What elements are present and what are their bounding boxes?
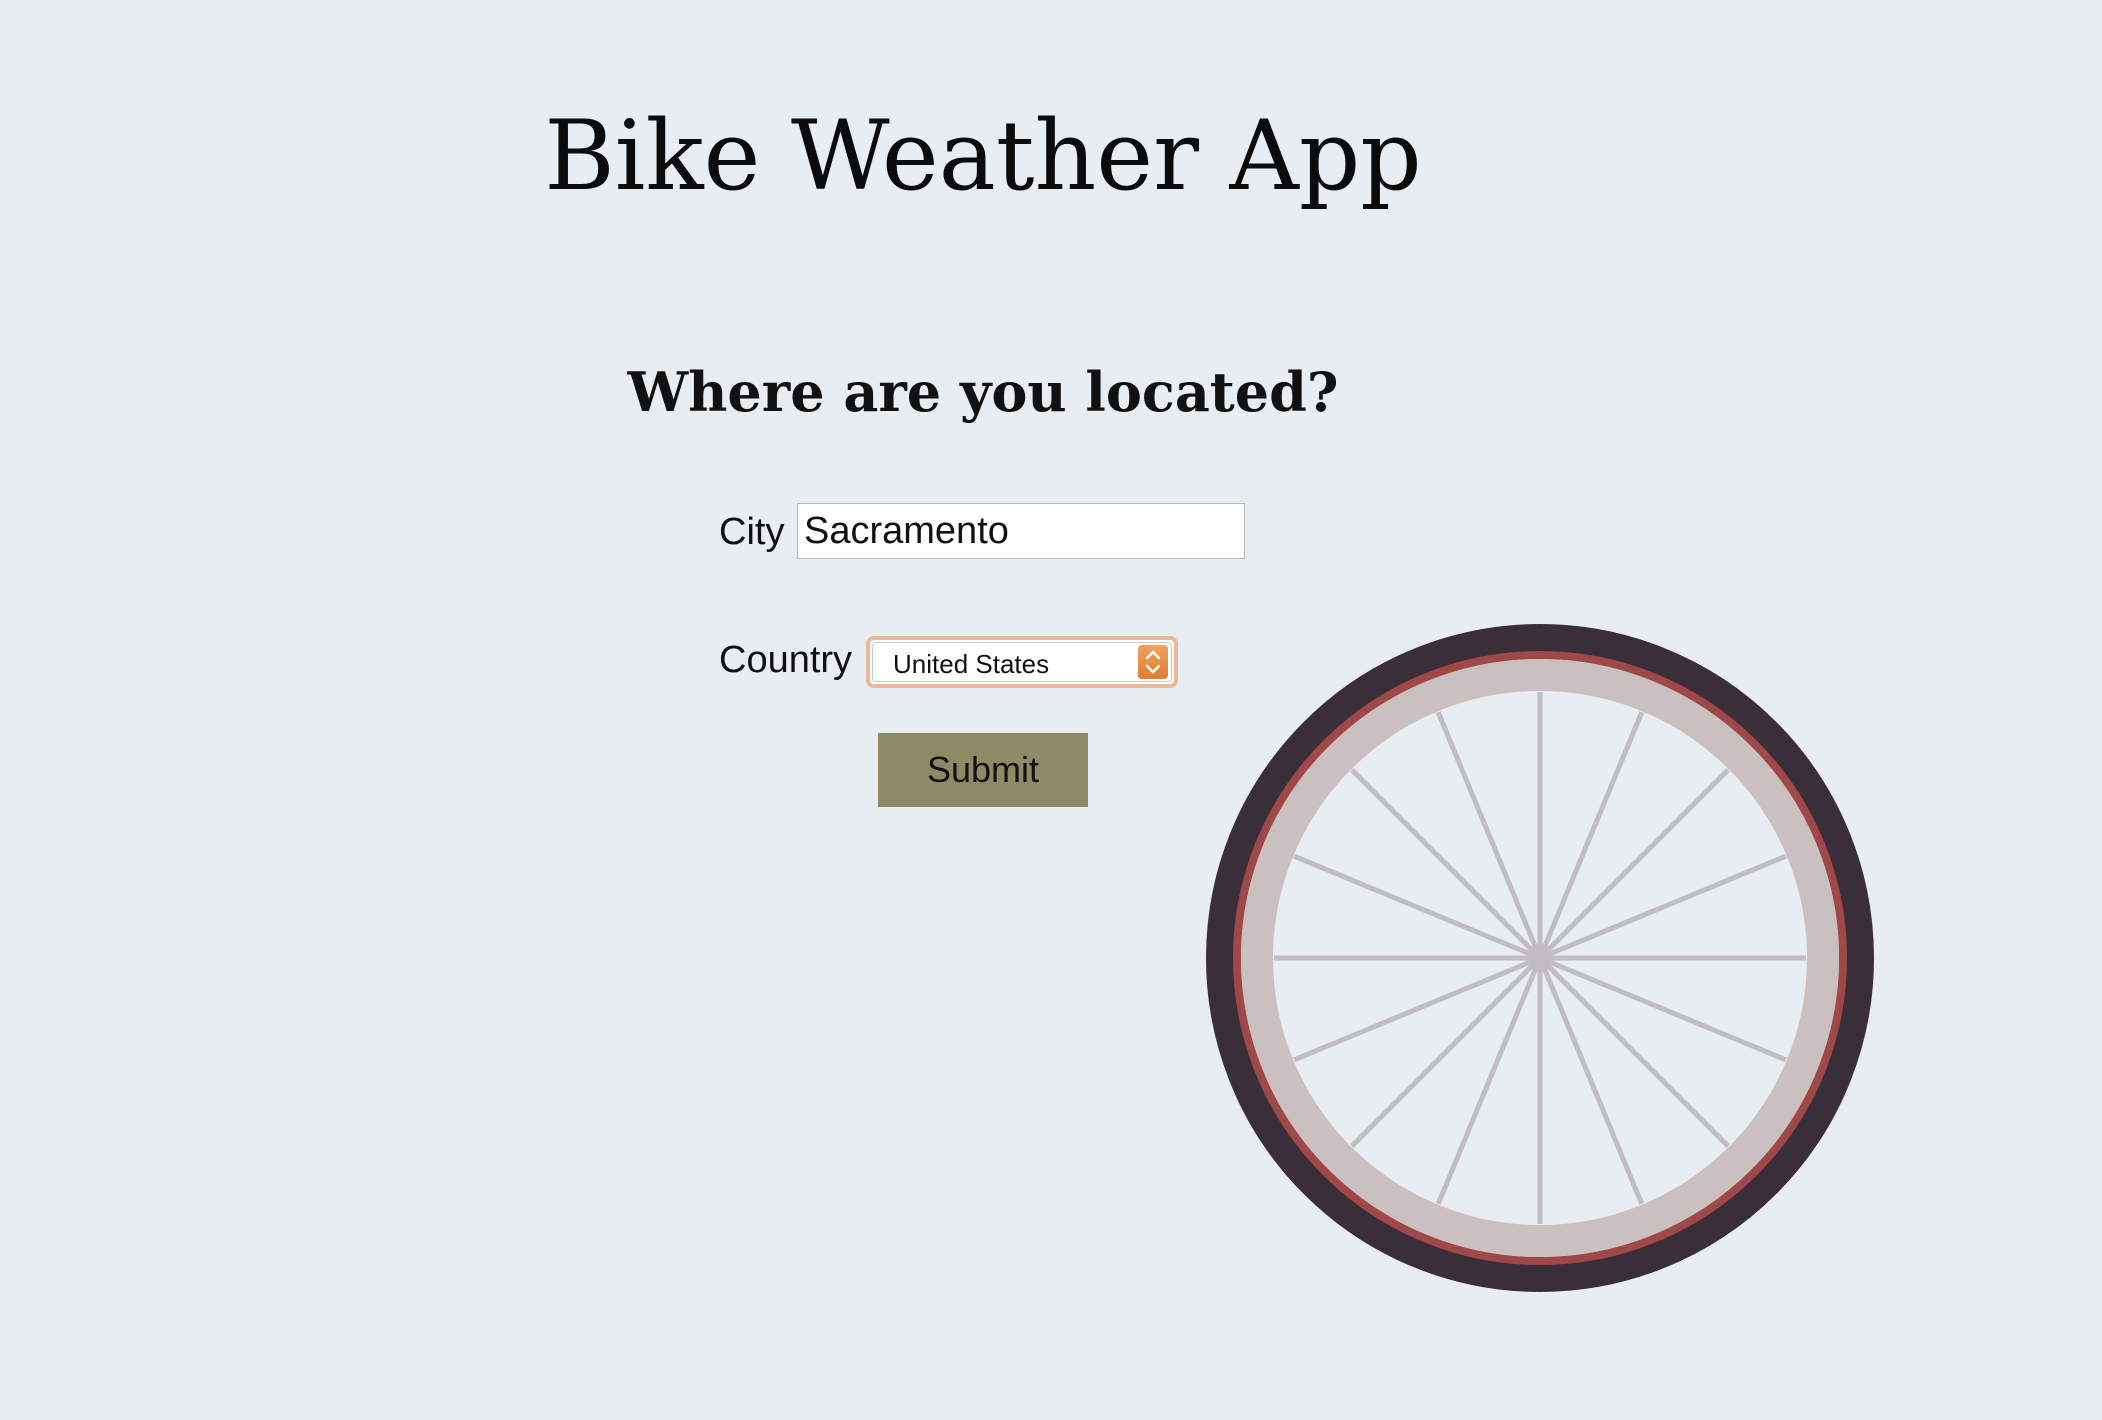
wheel-spoke [1350,768,1542,960]
chevron-up-down-icon [1138,645,1168,679]
wheel-spoke [1538,768,1730,960]
app-title: Bike Weather App [544,100,1422,212]
wheel-spoke [1350,956,1542,1148]
submit-button[interactable]: Submit [878,733,1088,807]
country-select[interactable]: United States [866,636,1178,688]
country-label: Country [719,639,853,681]
location-heading: Where are you located? [627,360,1339,424]
wheel-spokes [1274,692,1806,1224]
city-input[interactable] [797,503,1245,559]
bike-wheel-icon [1206,624,1874,1292]
country-select-value: United States [893,649,1050,679]
city-label: City [719,511,785,553]
wheel-spoke [1538,956,1730,1148]
country-select-box: United States [872,642,1172,682]
